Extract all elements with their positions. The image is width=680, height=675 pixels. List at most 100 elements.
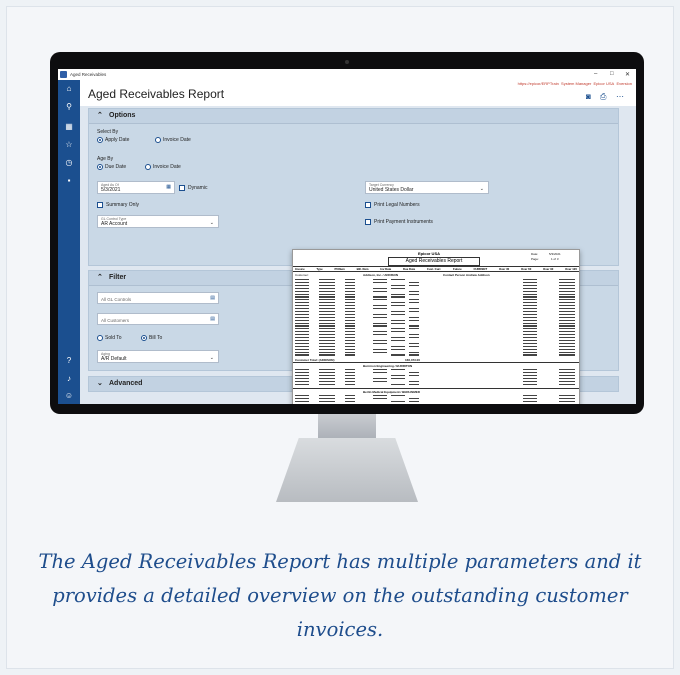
report-cell-mark (295, 378, 309, 380)
due-date-label: Due Date (105, 164, 127, 170)
report-cell-mark (523, 342, 537, 344)
target-currency-select[interactable]: Target Currency United States Dollar ⌄ (365, 181, 489, 194)
report-cell-mark (345, 395, 355, 397)
report-cell-mark (391, 401, 405, 403)
star-icon[interactable]: ☆ (58, 138, 80, 152)
report-cell-mark (409, 284, 419, 286)
report-cell-mark (295, 279, 309, 281)
chevron-down-icon: ⌄ (209, 220, 214, 226)
report-cell-mark (319, 281, 335, 284)
report-cell-mark (319, 345, 335, 347)
list-picker-icon[interactable]: ▤ (210, 295, 215, 301)
report-cell-mark (373, 322, 387, 324)
report-cell-mark (373, 348, 387, 350)
report-date-label: Date: (531, 252, 539, 256)
search-icon[interactable]: ⚲ (58, 100, 80, 114)
report-cell-mark (391, 328, 405, 330)
grid-icon[interactable]: ▦ (58, 120, 80, 134)
report-cell-mark (391, 313, 405, 315)
report-page-label: Page: (531, 257, 539, 261)
bell-icon[interactable]: ♪ (58, 372, 80, 386)
minimize-icon[interactable]: – (594, 71, 597, 77)
chevron-up-icon: ⌃ (97, 112, 103, 119)
gl-control-type-select[interactable]: GL Control Type AR Account ⌄ (97, 215, 219, 228)
report-cell-mark (409, 302, 419, 304)
more-icon[interactable]: ⋯ (616, 92, 624, 101)
report-cell-mark (559, 328, 575, 330)
report-cell-mark (373, 313, 387, 315)
report-cell-mark (345, 316, 355, 318)
checkbox-icon (97, 202, 103, 208)
user-link-2[interactable]: Epicor USA (594, 81, 615, 86)
report-cell-mark (523, 395, 537, 397)
report-cell-mark (295, 293, 309, 295)
user-icon[interactable]: ☺ (58, 389, 80, 403)
report-cell-mark (559, 281, 575, 284)
report-cell-mark (391, 284, 405, 286)
print-legal-numbers-checkbox[interactable]: Print Legal Numbers (365, 202, 420, 208)
report-cell-mark (559, 325, 575, 327)
report-cell-mark (523, 337, 537, 339)
user-link-1[interactable]: System Manager (561, 81, 591, 86)
report-cell-mark (373, 351, 387, 353)
report-cell-mark (319, 351, 335, 353)
report-cell-mark (319, 279, 335, 281)
report-cell-mark (295, 290, 309, 292)
report-cell-mark (391, 287, 405, 289)
summary-only-checkbox[interactable]: Summary Only (97, 202, 139, 208)
invoice-date-radio[interactable]: Invoice Date (155, 137, 191, 143)
report-cell-mark (345, 369, 355, 371)
report-cell-mark (319, 325, 335, 327)
report-cell-mark (373, 325, 387, 327)
report-cell-mark (295, 287, 309, 289)
maximize-icon[interactable]: □ (610, 71, 614, 77)
close-icon[interactable]: ✕ (625, 71, 630, 78)
report-cell-mark (391, 348, 405, 350)
report-cell-mark (319, 398, 335, 400)
aging-select[interactable]: Aging A/R Default ⌄ (97, 350, 219, 363)
report-cell-mark (345, 325, 355, 327)
report-cell-mark (559, 381, 575, 383)
all-customers-field[interactable]: All Customers ▤ (97, 313, 219, 325)
checkbox-icon (179, 185, 185, 191)
due-date-radio[interactable]: Due Date (97, 164, 126, 170)
print-payment-instruments-checkbox[interactable]: Print Payment Instruments (365, 219, 433, 225)
report-cell-mark (373, 331, 387, 333)
dashboard-icon[interactable]: ▪ (58, 174, 80, 188)
report-cell-mark (559, 354, 575, 356)
options-header[interactable]: ⌃ Options (89, 109, 618, 124)
help-icon[interactable]: ? (58, 354, 80, 368)
radio-selected-icon (97, 137, 103, 143)
calendar-icon[interactable]: ▦ (166, 184, 171, 190)
all-gl-controls-field[interactable]: All GL Controls ▤ (97, 292, 219, 304)
aged-as-of-field[interactable]: Aged As Of 5/3/2021 ▦ (97, 181, 175, 194)
report-cell-mark (345, 281, 355, 284)
age-invoice-date-radio[interactable]: Invoice Date (145, 164, 181, 170)
home-icon[interactable]: ⌂ (58, 82, 80, 96)
report-cell-mark (409, 325, 419, 327)
report-cell-mark (409, 401, 419, 403)
customer-1-contact: Contact Person Andrew Addison (443, 273, 490, 277)
aging-value: A/R Default (101, 356, 127, 362)
report-cell-mark (319, 331, 335, 333)
report-cell-mark (345, 398, 355, 400)
report-cell-mark (345, 331, 355, 333)
user-link-3[interactable]: Eversion (616, 81, 632, 86)
report-cell-mark (319, 319, 335, 321)
report-cell-mark (295, 372, 309, 374)
report-cell-mark (391, 345, 405, 347)
report-cell-mark (295, 345, 309, 347)
report-cell-mark (345, 308, 355, 310)
history-icon[interactable]: ◷ (58, 156, 80, 170)
sold-to-radio[interactable]: Sold To (97, 335, 122, 341)
list-picker-icon[interactable]: ▤ (210, 316, 215, 322)
preview-icon[interactable]: ◙ (586, 92, 591, 101)
print-icon[interactable]: ⎙ (600, 92, 606, 102)
apply-date-radio[interactable]: Apply Date (97, 137, 129, 143)
dynamic-checkbox[interactable]: Dynamic (179, 185, 207, 191)
url-link[interactable]: https://epicor/ERPTrain (518, 81, 559, 86)
report-rule (293, 362, 579, 363)
report-cell-mark (295, 354, 309, 356)
bill-to-radio[interactable]: Bill To (141, 335, 162, 341)
monitor-stand-neck (318, 414, 376, 442)
